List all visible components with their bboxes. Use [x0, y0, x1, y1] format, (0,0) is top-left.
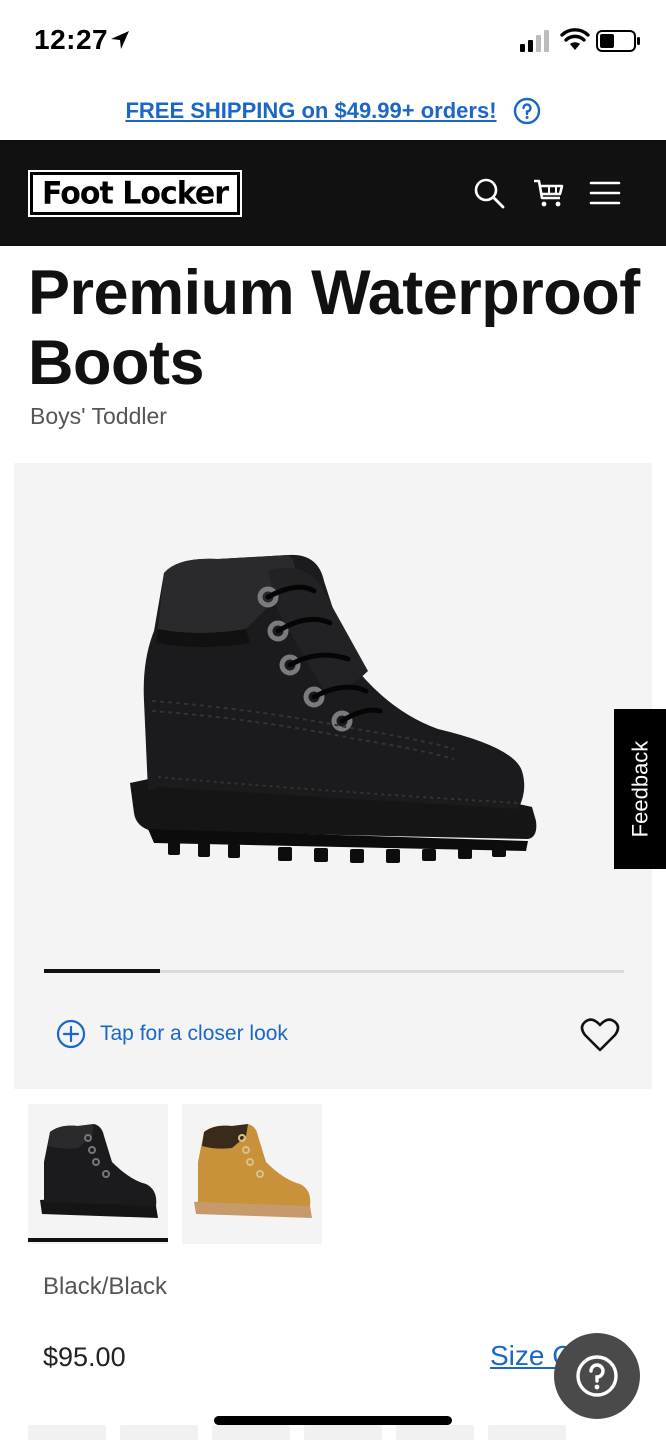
closer-look-label: Tap for a closer look	[100, 1022, 288, 1045]
thumbnail-boot-black	[40, 1124, 158, 1218]
size-option[interactable]	[488, 1425, 566, 1440]
site-header: Foot Locker	[0, 140, 666, 246]
product-image-gallery[interactable]: Tap for a closer look	[14, 463, 652, 1089]
product-title: Premium Waterproof Boots	[28, 258, 640, 398]
help-chat-button[interactable]	[554, 1333, 640, 1419]
free-shipping-link[interactable]: FREE SHIPPING on $49.99+ orders!	[125, 98, 496, 124]
feedback-label: Feedback	[627, 740, 652, 838]
color-thumbnail-wheat[interactable]	[182, 1104, 322, 1244]
image-carousel-progress-fill	[44, 969, 160, 973]
thumbnail-boot-wheat	[194, 1124, 312, 1218]
cart-icon[interactable]	[532, 176, 566, 210]
wifi-icon	[560, 28, 590, 50]
plus-circle-icon	[56, 1019, 86, 1049]
size-option[interactable]	[304, 1425, 382, 1440]
size-option[interactable]	[28, 1425, 106, 1440]
selected-thumbnail-indicator	[28, 1238, 168, 1242]
promo-bar: FREE SHIPPING on $49.99+ orders!	[0, 82, 666, 140]
product-price: $95.00	[43, 1342, 126, 1372]
location-arrow-icon	[111, 31, 129, 49]
selected-color-name: Black/Black	[43, 1273, 168, 1300]
home-indicator	[214, 1416, 452, 1425]
status-time: 12:27	[34, 24, 109, 55]
color-thumbnail-black[interactable]	[28, 1104, 168, 1244]
size-option[interactable]	[396, 1425, 474, 1440]
menu-icon[interactable]	[588, 176, 622, 210]
help-icon[interactable]	[513, 97, 541, 125]
signal-icon	[520, 30, 549, 52]
search-icon[interactable]	[472, 176, 506, 210]
closer-look-button[interactable]: Tap for a closer look	[56, 1019, 288, 1049]
battery-icon	[596, 30, 640, 52]
foot-locker-logo[interactable]: Foot Locker	[28, 170, 242, 217]
image-carousel-progress	[44, 969, 624, 973]
size-option[interactable]	[212, 1425, 290, 1440]
heart-icon[interactable]	[580, 1017, 620, 1053]
status-bar: 12:27	[0, 0, 666, 82]
size-option[interactable]	[120, 1425, 198, 1440]
feedback-tab[interactable]: Feedback	[614, 709, 666, 869]
product-image-boot[interactable]	[118, 551, 538, 881]
product-subtitle: Boys' Toddler	[30, 403, 167, 429]
logo-text: Foot Locker	[41, 175, 229, 212]
help-icon	[576, 1355, 618, 1397]
